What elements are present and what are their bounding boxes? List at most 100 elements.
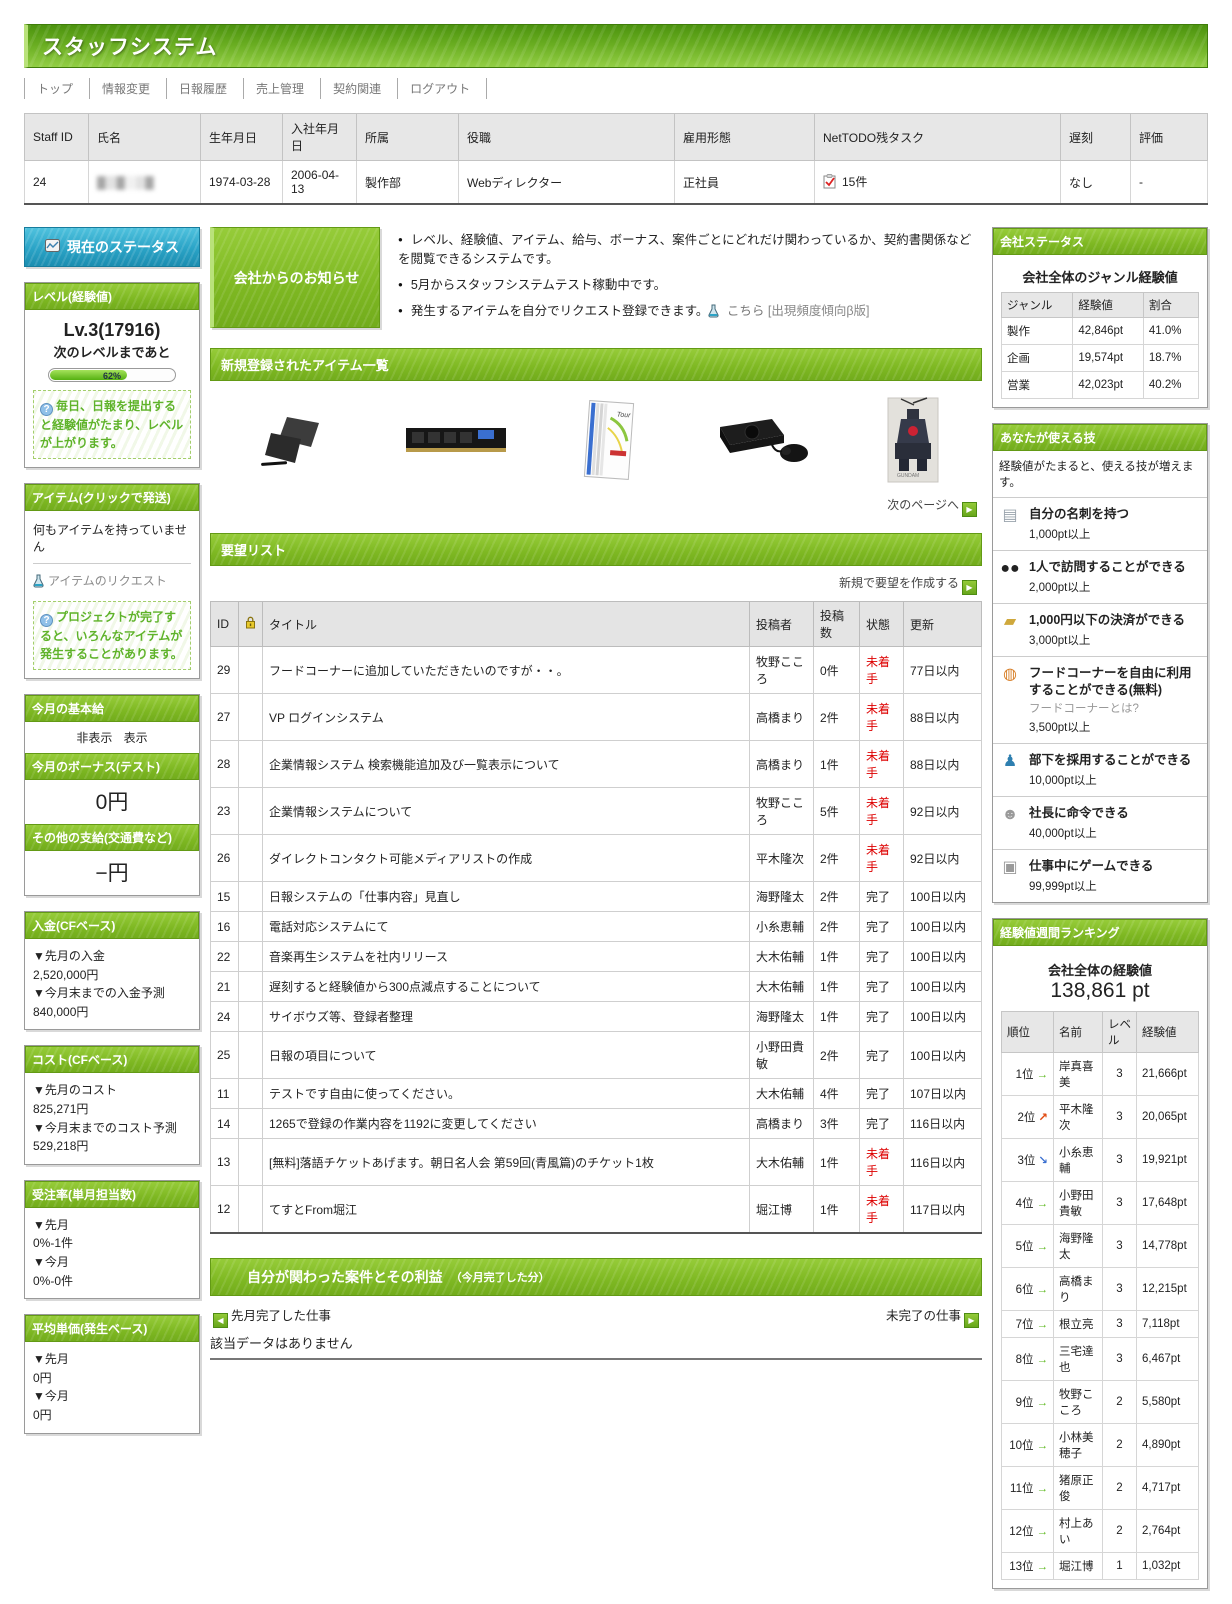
- genre-row: 企画 19,574pt 18.7%: [1000, 344, 1200, 372]
- ranking-table: 順位 名前 レベル 経験値 1位 → 岸真喜美 3 21,666pt 2位 ↗ …: [1001, 1011, 1199, 1580]
- trend-arrow-icon: ↘: [1038, 1155, 1048, 1167]
- rank-number: 2位: [1017, 1112, 1036, 1124]
- unfinished-link[interactable]: 未完了の仕事: [886, 1309, 961, 1323]
- wish-poster: 海野隆太: [749, 1001, 814, 1032]
- ranking-header-cell: レベル: [1102, 1011, 1137, 1053]
- announcement-item: 5月からスタッフシステムテスト稼動中です。: [398, 274, 982, 293]
- dvd-boxset-image[interactable]: Tour: [579, 398, 639, 485]
- wish-id: 26: [210, 834, 239, 882]
- wish-title[interactable]: 1265で登録の作業内容を1192に変更してください: [262, 1108, 750, 1139]
- rank-number: 6位: [1015, 1284, 1034, 1296]
- nav-item[interactable]: 契約関連: [320, 78, 397, 99]
- memory-module-image[interactable]: [404, 420, 508, 463]
- wishlist-row: 23 企業情報システムについて 牧野こころ 5件 未着手 92日以内: [210, 787, 982, 835]
- wish-posts: 1件: [813, 1001, 860, 1032]
- rank-level: 3: [1102, 1181, 1137, 1225]
- skill-title: フードコーナーを自由に利用することができる(無料): [1029, 665, 1192, 697]
- wish-title[interactable]: 遅刻すると経験値から300点減点することについて: [262, 971, 750, 1002]
- show-salary-link[interactable]: 表示: [124, 731, 148, 745]
- wish-title[interactable]: ダイレクトコンタクト可能メディアリストの作成: [262, 834, 750, 882]
- wish-posts: 2件: [813, 1031, 860, 1079]
- hide-salary-link[interactable]: 非表示: [76, 731, 112, 745]
- nav-item[interactable]: ログアウト: [397, 78, 488, 99]
- nav-item[interactable]: 日報履歴: [166, 78, 243, 99]
- skill-requirement: 99,999pt以上: [1029, 881, 1097, 893]
- rank-exp: 1,032pt: [1136, 1552, 1199, 1580]
- app-header: スタッフシステム: [24, 24, 1208, 68]
- company-news-button[interactable]: 会社からのお知らせ: [210, 227, 380, 328]
- kochira-link[interactable]: こちら: [727, 304, 765, 318]
- wish-status: 未着手: [859, 787, 904, 835]
- nav-item[interactable]: 情報変更: [89, 78, 166, 99]
- skill-title: 仕事中にゲームできる: [1029, 859, 1154, 874]
- wish-due: 116日以内: [903, 1108, 982, 1139]
- wish-title[interactable]: フードコーナーに追加していただきたいのですが・・。: [262, 646, 750, 694]
- app-title: スタッフシステム: [42, 36, 218, 59]
- wish-title[interactable]: テストです自由に使ってください。: [262, 1078, 750, 1109]
- current-status-label: 現在のステータス: [67, 239, 179, 255]
- wish-title[interactable]: 日報システムの「仕事内容」見直し: [262, 881, 750, 912]
- money-entry: ▼先月の入金 2,520,000円: [33, 947, 191, 984]
- level-box-header: レベル(経験値): [25, 283, 199, 310]
- wish-status: 未着手: [859, 646, 904, 694]
- wish-title[interactable]: 電話対応システムにて: [262, 911, 750, 942]
- prev-month-link[interactable]: 先月完了した仕事: [231, 1309, 331, 1323]
- skill-link[interactable]: フードコーナーとは?: [1029, 700, 1201, 716]
- projects-bar: 自分が関わった案件とその利益 （今月完了した分）: [210, 1258, 982, 1296]
- game-console-image[interactable]: [710, 409, 816, 474]
- money-value: 529,218円: [33, 1139, 89, 1154]
- money-entry: ▼今月 0円: [33, 1387, 191, 1424]
- wish-due: 100日以内: [903, 971, 982, 1002]
- wish-title[interactable]: てすとFrom堀江: [262, 1185, 750, 1234]
- level-progress-label: 62%: [102, 371, 121, 381]
- page: スタッフシステム トップ 情報変更 日報履歴 売上管理 契約関連 ログアウト Staff …: [0, 0, 1232, 1604]
- rank-level: 2: [1102, 1423, 1137, 1467]
- staff-name-censored: ▓▒▓░▒▓: [97, 175, 155, 189]
- skills-header: あなたが使える技: [993, 424, 1207, 451]
- main-content: 会社からのお知らせ レベル、経験値、アイテム、給与、ボーナス、案件ごとにどれだけ…: [210, 227, 982, 1360]
- wish-title[interactable]: サイボウズ等、登録者整理: [262, 1001, 750, 1032]
- rank-level: 2: [1102, 1380, 1137, 1424]
- wish-due: 100日以内: [903, 1031, 982, 1079]
- nav-item[interactable]: トップ: [24, 78, 89, 99]
- staff-header-cell: 氏名: [88, 113, 201, 161]
- prev-month-arrow-icon[interactable]: ◀: [213, 1313, 228, 1328]
- current-status-button[interactable]: 現在のステータス: [24, 227, 200, 267]
- wish-title[interactable]: [無料]落語チケットあげます。朝日名人会 第59回(青風篇)のチケット1枚: [262, 1138, 750, 1186]
- create-wish-arrow-icon[interactable]: ▶: [962, 580, 977, 595]
- question-icon: ?: [40, 614, 53, 627]
- item-request-link[interactable]: アイテムのリクエスト: [33, 564, 191, 593]
- next-page-arrow-icon[interactable]: ▶: [962, 502, 977, 517]
- rank-level: 2: [1102, 1466, 1137, 1510]
- staff-header-row: Staff ID 氏名 生年月日 入社年月日 所属 役職 雇用形態 NetTODO残タスク 遅刻…: [24, 113, 1208, 161]
- next-page-link[interactable]: 次のページへ: [887, 498, 959, 512]
- svg-text:GUNDAM: GUNDAM: [897, 473, 919, 479]
- other-pay-value: −円: [95, 862, 129, 885]
- genre-share: 40.2%: [1142, 371, 1200, 399]
- wish-lock-cell: [238, 1031, 263, 1079]
- wish-id: 29: [210, 646, 239, 694]
- ranking-row: 5位 → 海野隆太 3 14,778pt: [1001, 1224, 1199, 1268]
- wish-title[interactable]: 音楽再生システムを社内リリース: [262, 941, 750, 972]
- wish-title[interactable]: 企業情報システム 検索機能追加及び一覧表示について: [262, 740, 750, 788]
- wish-title[interactable]: VP ログインシステム: [262, 693, 750, 741]
- skill-icon: ▰: [1003, 612, 1017, 630]
- rank-level: 3: [1102, 1337, 1137, 1381]
- wish-title[interactable]: 日報の項目について: [262, 1031, 750, 1079]
- nav-item[interactable]: 売上管理: [243, 78, 320, 99]
- genre-exp-table: ジャンル 経験値 割合 製作 42,846pt 41.0% 企画 19,574p…: [1000, 292, 1200, 399]
- announcements: 会社からのお知らせ レベル、経験値、アイテム、給与、ボーナス、案件ごとにどれだけ…: [210, 227, 982, 328]
- wish-id: 12: [210, 1185, 239, 1234]
- wish-title[interactable]: 企業情報システムについて: [262, 787, 750, 835]
- unfinished-arrow-icon[interactable]: ▶: [964, 1313, 979, 1328]
- robot-model-image[interactable]: GUNDAM: [887, 397, 939, 486]
- nettodo-count[interactable]: 15件: [842, 175, 867, 189]
- wishlist-row: 24 サイボウズ等、登録者整理 海野隆太 1件 完了 100日以内: [210, 1001, 982, 1032]
- trend-arrow-icon: →: [1036, 1397, 1049, 1409]
- rank-number: 3位: [1017, 1155, 1036, 1167]
- create-wish-link[interactable]: 新規で要望を作成する: [839, 576, 959, 590]
- rank-number: 9位: [1015, 1397, 1034, 1409]
- rank-exp: 14,778pt: [1136, 1224, 1199, 1268]
- pen-tablet-image[interactable]: [253, 407, 333, 476]
- trend-arrow-icon: →: [1036, 1069, 1049, 1081]
